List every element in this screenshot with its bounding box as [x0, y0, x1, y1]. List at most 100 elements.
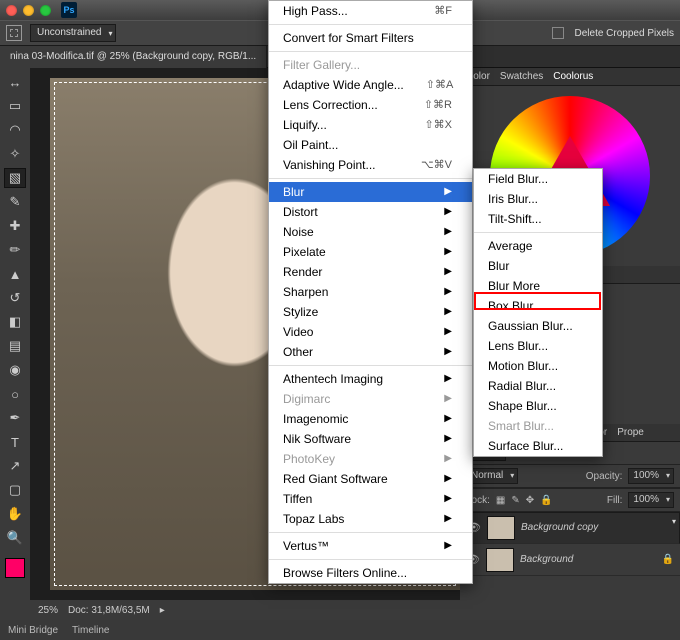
- delete-cropped-label: Delete Cropped Pixels: [575, 28, 675, 39]
- menu-item[interactable]: Noise▶: [269, 222, 472, 242]
- lock-transparency-icon[interactable]: ▦: [496, 495, 505, 506]
- menu-item: PhotoKey▶: [269, 449, 472, 469]
- blur-tool[interactable]: ◉: [4, 360, 26, 380]
- lock-pixels-icon[interactable]: ✎: [511, 495, 519, 506]
- tab-timeline[interactable]: Timeline: [72, 625, 109, 636]
- menu-item[interactable]: Athentech Imaging▶: [269, 369, 472, 389]
- menu-item[interactable]: Browse Filters Online...: [269, 563, 472, 583]
- opacity-value[interactable]: 100%: [628, 468, 674, 484]
- menu-item[interactable]: Stylize▶: [269, 302, 472, 322]
- menu-item[interactable]: Sharpen▶: [269, 282, 472, 302]
- menu-item[interactable]: Liquify...⇧⌘X: [269, 115, 472, 135]
- eraser-tool[interactable]: ◧: [4, 312, 26, 332]
- tab-mini-bridge[interactable]: Mini Bridge: [8, 625, 58, 636]
- minimize-window-button[interactable]: [23, 5, 34, 16]
- submenu-arrow-icon: ▶: [444, 262, 452, 282]
- eyedropper-tool[interactable]: ✎: [4, 192, 26, 212]
- aspect-ratio-select[interactable]: Unconstrained: [30, 24, 116, 42]
- foreground-color-swatch[interactable]: [5, 558, 25, 578]
- menu-item[interactable]: Average: [474, 236, 602, 256]
- delete-cropped-checkbox[interactable]: [552, 27, 564, 39]
- history-brush-tool[interactable]: ↺: [4, 288, 26, 308]
- menu-item[interactable]: Video▶: [269, 322, 472, 342]
- lock-all-icon[interactable]: 🔒: [540, 495, 552, 506]
- menu-item[interactable]: Other▶: [269, 342, 472, 362]
- close-window-button[interactable]: [6, 5, 17, 16]
- pen-tool[interactable]: ✒: [4, 408, 26, 428]
- fill-label: Fill:: [607, 495, 623, 506]
- menu-item[interactable]: High Pass...⌘F: [269, 1, 472, 21]
- blur-submenu: Field Blur...Iris Blur...Tilt-Shift... Av…: [473, 168, 603, 457]
- menu-item[interactable]: Tiffen▶: [269, 489, 472, 509]
- menu-item[interactable]: Pixelate▶: [269, 242, 472, 262]
- menu-item[interactable]: Field Blur...: [474, 169, 602, 189]
- info-arrow-icon[interactable]: ▸: [160, 605, 165, 616]
- menu-item: Filter Gallery...: [269, 55, 472, 75]
- layer-thumbnail[interactable]: [486, 548, 514, 572]
- menu-item[interactable]: Surface Blur...: [474, 436, 602, 456]
- layer-name[interactable]: Background copy: [521, 520, 598, 536]
- zoom-level[interactable]: 25%: [38, 605, 58, 616]
- type-tool[interactable]: T: [4, 432, 26, 452]
- layer-row[interactable]: Background copy: [460, 512, 680, 544]
- menu-item[interactable]: Iris Blur...: [474, 189, 602, 209]
- menu-item[interactable]: Blur: [474, 256, 602, 276]
- menu-item[interactable]: Tilt-Shift...: [474, 209, 602, 229]
- submenu-arrow-icon: ▶: [444, 389, 452, 409]
- menu-item[interactable]: Topaz Labs▶: [269, 509, 472, 529]
- stamp-tool[interactable]: ▲: [4, 264, 26, 284]
- submenu-arrow-icon: ▶: [444, 222, 452, 242]
- menu-item[interactable]: Lens Blur...: [474, 336, 602, 356]
- bottom-panel-tabs: Mini Bridge Timeline: [0, 620, 680, 640]
- menu-item[interactable]: Oil Paint...: [269, 135, 472, 155]
- dodge-tool[interactable]: ○: [4, 384, 26, 404]
- crop-tool[interactable]: ▧: [4, 168, 26, 188]
- submenu-arrow-icon: ▶: [444, 489, 452, 509]
- document-tab[interactable]: nina 03-Modifica.tif @ 25% (Background c…: [0, 46, 267, 68]
- tab-coolorus[interactable]: Coolorus: [553, 71, 593, 82]
- gradient-tool[interactable]: ▤: [4, 336, 26, 356]
- layer-lock-row: Lock: ▦ ✎ ✥ 🔒 Fill: 100%: [460, 488, 680, 512]
- menu-item[interactable]: Vanishing Point...⌥⌘V: [269, 155, 472, 175]
- wand-tool[interactable]: ✧: [4, 144, 26, 164]
- zoom-tool[interactable]: 🔍: [4, 528, 26, 548]
- menu-item[interactable]: Render▶: [269, 262, 472, 282]
- lasso-tool[interactable]: ◠: [4, 120, 26, 140]
- menu-item: Digimarc▶: [269, 389, 472, 409]
- layer-thumbnail[interactable]: [487, 516, 515, 540]
- menu-item[interactable]: Vertus™▶: [269, 536, 472, 556]
- menu-item[interactable]: Gaussian Blur...: [474, 316, 602, 336]
- menu-item[interactable]: Radial Blur...: [474, 376, 602, 396]
- menu-item[interactable]: Distort▶: [269, 202, 472, 222]
- layers-list: Background copy Background 🔒: [460, 512, 680, 620]
- menu-item[interactable]: Imagenomic▶: [269, 409, 472, 429]
- menu-item[interactable]: Lens Correction...⇧⌘R: [269, 95, 472, 115]
- shape-tool[interactable]: ▢: [4, 480, 26, 500]
- layer-name[interactable]: Background: [520, 554, 573, 565]
- brush-tool[interactable]: ✏: [4, 240, 26, 260]
- menu-item[interactable]: Nik Software▶: [269, 429, 472, 449]
- lock-position-icon[interactable]: ✥: [526, 495, 534, 506]
- layer-row[interactable]: Background 🔒: [460, 544, 680, 576]
- tab-properties[interactable]: Prope: [617, 427, 644, 438]
- menu-item[interactable]: Convert for Smart Filters: [269, 28, 472, 48]
- menu-item[interactable]: Motion Blur...: [474, 356, 602, 376]
- healing-tool[interactable]: ✚: [4, 216, 26, 236]
- opacity-label: Opacity:: [586, 471, 623, 482]
- menu-item[interactable]: Blur▶: [269, 182, 472, 202]
- submenu-arrow-icon: ▶: [444, 429, 452, 449]
- doc-size-info: Doc: 31,8M/63,5M: [68, 605, 150, 616]
- fill-value[interactable]: 100%: [628, 492, 674, 508]
- tab-swatches[interactable]: Swatches: [500, 71, 543, 82]
- zoom-window-button[interactable]: [40, 5, 51, 16]
- submenu-arrow-icon: ▶: [444, 242, 452, 262]
- menu-item[interactable]: Shape Blur...: [474, 396, 602, 416]
- blend-mode-select[interactable]: Normal: [466, 468, 518, 484]
- hand-tool[interactable]: ✋: [4, 504, 26, 524]
- marquee-tool[interactable]: ▭: [4, 96, 26, 116]
- path-tool[interactable]: ↗: [4, 456, 26, 476]
- crop-tool-icon: [6, 25, 22, 41]
- move-tool[interactable]: ↔: [4, 72, 26, 92]
- menu-item[interactable]: Red Giant Software▶: [269, 469, 472, 489]
- menu-item[interactable]: Adaptive Wide Angle...⇧⌘A: [269, 75, 472, 95]
